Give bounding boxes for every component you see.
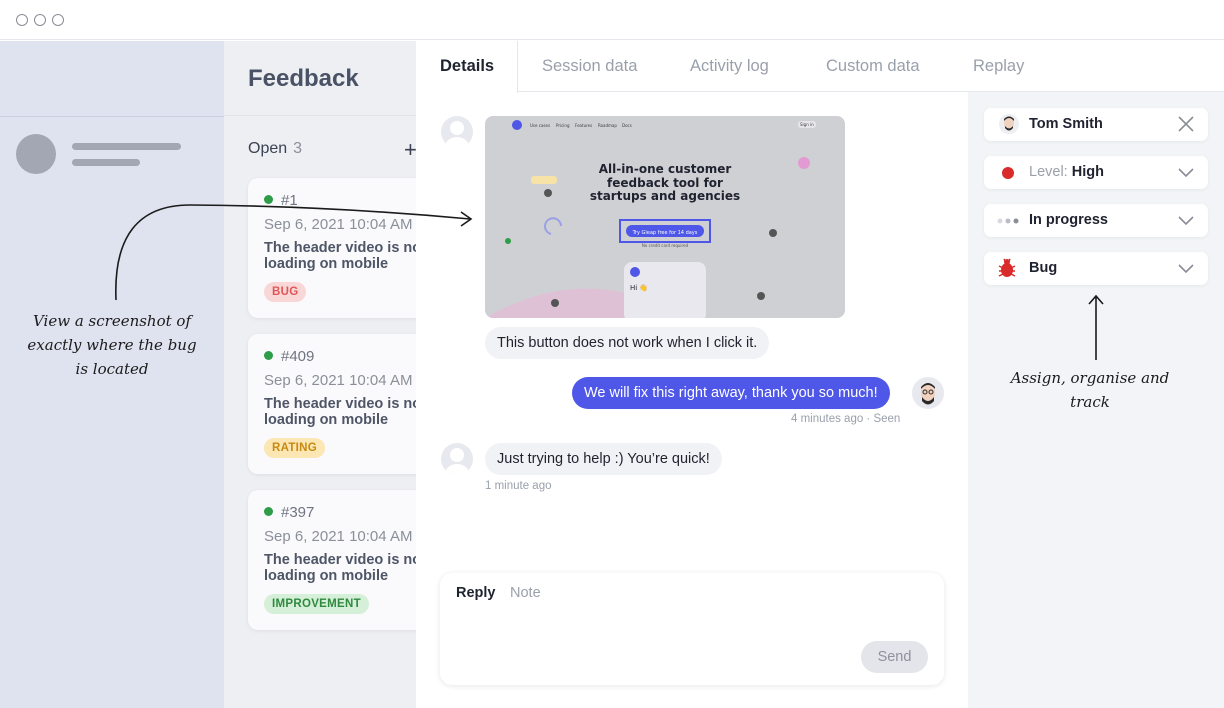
- user-avatar: [441, 116, 473, 148]
- tag-badge: IMPROVEMENT: [264, 594, 369, 614]
- card-title: The header video is not loading on mobile: [264, 396, 416, 428]
- bug-icon: [998, 258, 1016, 277]
- svg-text:Features: Features: [575, 123, 592, 128]
- status-dot: [264, 195, 273, 204]
- window-close-dot[interactable]: [16, 14, 28, 26]
- reply-box[interactable]: Reply Note Send: [440, 573, 944, 685]
- feedback-card[interactable]: #1 Sep 6, 2021 10:04 AM The header video…: [248, 178, 416, 318]
- card-id: #409: [264, 348, 314, 365]
- screenshot-illustration: Use cases Pricing Features Roadmap Docs …: [485, 120, 845, 318]
- svg-text:All-in-one customer: All-in-one customer: [599, 162, 732, 176]
- avatar[interactable]: [16, 134, 56, 174]
- feedback-list-panel: Feedback Open 3 + #1 Sep 6, 2021 10:04 AM…: [224, 41, 416, 708]
- level-dot-icon: [1002, 167, 1014, 179]
- tab-custom-data[interactable]: Custom data: [826, 57, 920, 76]
- card-date: Sep 6, 2021 10:04 AM: [264, 528, 413, 545]
- card-date: Sep 6, 2021 10:04 AM: [264, 372, 413, 389]
- card-title: The header video is not loading on mobile: [264, 240, 416, 272]
- svg-text:Sign in: Sign in: [800, 122, 814, 127]
- feedback-header: Feedback: [224, 41, 416, 116]
- feedback-card[interactable]: #409 Sep 6, 2021 10:04 AM The header vid…: [248, 334, 416, 474]
- up-arrow-icon: [1088, 294, 1104, 360]
- window-minimize-dot[interactable]: [34, 14, 46, 26]
- window-titlebar: [0, 0, 1224, 40]
- close-icon[interactable]: [1176, 114, 1196, 134]
- plus-icon[interactable]: +: [404, 137, 416, 163]
- svg-text:startups and agencies: startups and agencies: [590, 189, 740, 203]
- annotation-assign: Assign, organise and track: [1010, 369, 1170, 411]
- name-placeholder: [72, 143, 181, 150]
- message-meta: 4 minutes ago · Seen: [791, 413, 901, 425]
- chevron-down-icon: [1178, 168, 1194, 178]
- status-dot: [264, 507, 273, 516]
- svg-text:No credit card required: No credit card required: [642, 243, 689, 248]
- card-title: The header video is not loading on mobile: [264, 552, 416, 584]
- tab-replay[interactable]: Replay: [973, 57, 1024, 76]
- type-label: Bug: [1029, 260, 1058, 276]
- assignee-name: Tom Smith: [1029, 116, 1103, 132]
- open-column-label: Open 3: [248, 140, 303, 157]
- tag-badge: RATING: [264, 438, 326, 458]
- svg-text:Pricing: Pricing: [556, 123, 570, 128]
- user-avatar: [441, 443, 473, 475]
- send-button[interactable]: Send: [861, 641, 928, 673]
- svg-text:Roadmap: Roadmap: [598, 123, 617, 128]
- tab-reply[interactable]: Reply: [456, 585, 496, 601]
- feedback-card[interactable]: #397 Sep 6, 2021 10:04 AM The header vid…: [248, 490, 416, 630]
- tab-activity-log[interactable]: Activity log: [690, 57, 769, 76]
- card-id: #1: [264, 192, 298, 209]
- tab-note[interactable]: Note: [510, 585, 541, 601]
- tag-badge: BUG: [264, 282, 307, 302]
- message-meta: 1 minute ago: [485, 480, 552, 492]
- status-select[interactable]: In progress: [984, 204, 1208, 237]
- card-date: Sep 6, 2021 10:04 AM: [264, 216, 413, 233]
- svg-text:Docs: Docs: [622, 123, 632, 128]
- type-select[interactable]: Bug: [984, 252, 1208, 285]
- sidebar-divider: [0, 116, 224, 117]
- bug-screenshot[interactable]: Use cases Pricing Features Roadmap Docs …: [485, 116, 845, 318]
- subtitle-placeholder: [72, 159, 140, 166]
- page-title: Feedback: [248, 65, 359, 92]
- level-label: Level: High: [1029, 164, 1104, 180]
- status-dot: [264, 351, 273, 360]
- status-label: In progress: [1029, 212, 1108, 228]
- tab-session-data[interactable]: Session data: [542, 57, 637, 76]
- open-count: 3: [293, 140, 303, 157]
- chat-message: This button does not work when I click i…: [485, 327, 770, 359]
- svg-text:feedback tool for: feedback tool for: [607, 176, 723, 190]
- assignee-select[interactable]: Tom Smith: [984, 108, 1208, 141]
- chevron-down-icon: [1178, 264, 1194, 274]
- chevron-down-icon: [1178, 216, 1194, 226]
- assignee-avatar-icon: [999, 114, 1019, 134]
- tab-bar: [416, 41, 1224, 92]
- progress-dots-icon: [997, 218, 1019, 224]
- svg-text:Use cases: Use cases: [530, 123, 550, 128]
- svg-text:Try Gleap free for 14 days: Try Gleap free for 14 days: [632, 230, 698, 236]
- level-select[interactable]: Level: High: [984, 156, 1208, 189]
- svg-text:Hi 👋: Hi 👋: [630, 283, 648, 292]
- card-id: #397: [264, 504, 314, 521]
- agent-face-icon: [921, 383, 935, 405]
- tab-details[interactable]: Details: [440, 57, 494, 76]
- chat-message: Just trying to help :) You’re quick!: [485, 443, 722, 475]
- annotation-screenshot: View a screenshot of exactly where the b…: [27, 312, 197, 378]
- agent-avatar: [912, 377, 944, 409]
- chat-reply: We will fix this right away, thank you s…: [572, 377, 890, 409]
- window-maximize-dot[interactable]: [52, 14, 64, 26]
